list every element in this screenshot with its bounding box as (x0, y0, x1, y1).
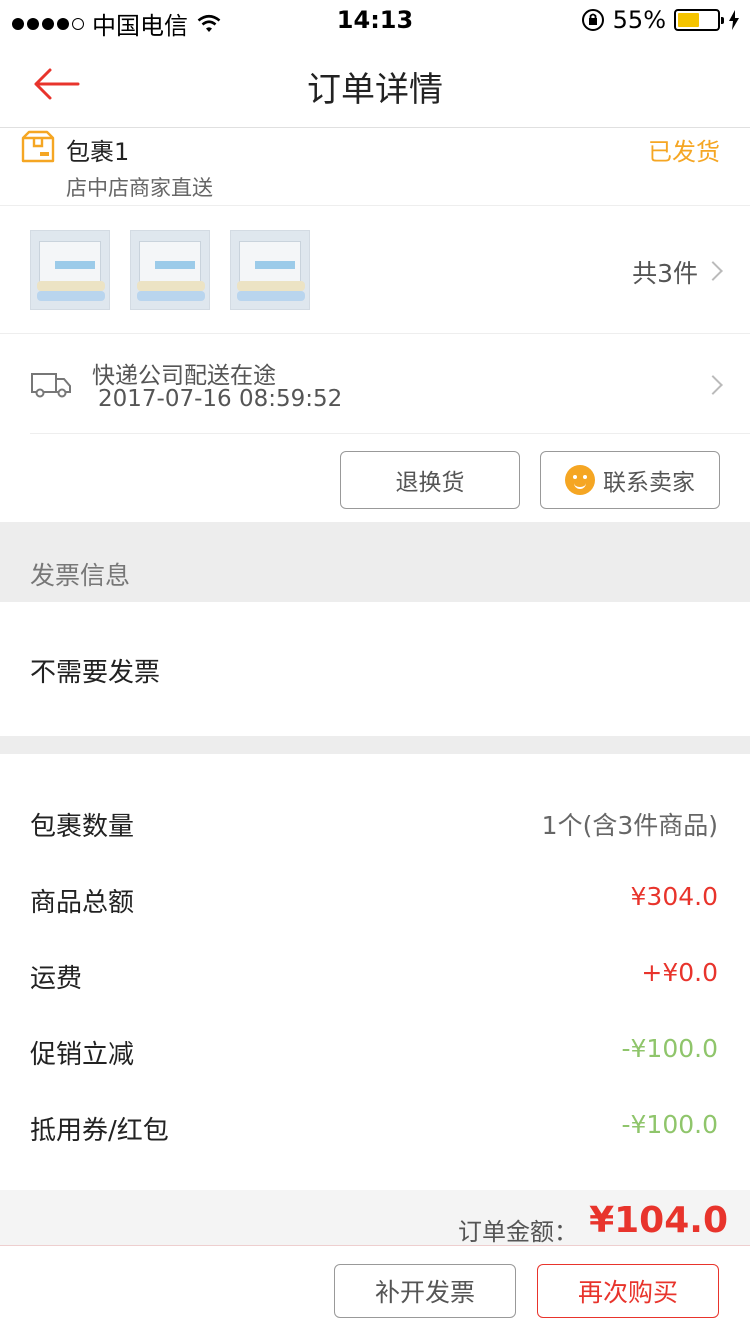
order-summary: 包裹数量 1个(含3件商品) 商品总额 ¥304.0 运费 +¥0.0 促销立减… (0, 754, 750, 1190)
summary-label: 包裹数量 (30, 812, 135, 842)
return-exchange-label: 退换货 (395, 470, 465, 496)
chevron-right-icon (703, 261, 723, 281)
rotation-lock-icon (581, 9, 604, 31)
package-shipping-type: 店中店商家直送 (66, 176, 213, 200)
summary-row: 商品总额 ¥304.0 (0, 868, 750, 928)
customer-service-icon (565, 465, 595, 495)
summary-value: -¥100.0 (621, 1110, 719, 1139)
nav-bar: 订单详情 (0, 40, 750, 128)
summary-label: 运费 (30, 964, 83, 994)
product-thumbnail (230, 230, 310, 310)
package-actions: 退换货 联系卖家 (0, 434, 750, 522)
battery-icon (674, 9, 724, 31)
shipping-status-badge: 已发货 (648, 138, 720, 166)
summary-value: -¥100.0 (621, 1034, 719, 1063)
buy-again-label: 再次购买 (577, 1278, 678, 1307)
contact-seller-button[interactable]: 联系卖家 (540, 451, 720, 509)
status-bar: 中国电信 14:13 55% (0, 0, 750, 40)
summary-label: 抵用券/红包 (30, 1116, 169, 1146)
summary-value: ¥304.0 (630, 882, 718, 911)
package-box-icon (21, 130, 55, 163)
logistics-status: 快递公司配送在途 (92, 363, 276, 389)
bottom-action-bar: 补开发票 再次购买 (0, 1246, 750, 1334)
summary-row: 抵用券/红包 -¥100.0 (0, 1096, 750, 1156)
package-name: 包裹1 (66, 138, 130, 166)
summary-value: +¥0.0 (641, 958, 718, 987)
invoice-section-title: 发票信息 (30, 561, 131, 590)
logistics-timestamp: 2017-07-16 08:59:52 (98, 386, 343, 412)
return-exchange-button[interactable]: 退换货 (340, 451, 520, 509)
invoice-section-header: 发票信息 (0, 522, 750, 602)
invoice-value: 不需要发票 (30, 658, 161, 688)
charging-bolt-icon (729, 10, 739, 30)
item-count: 共3件 (632, 259, 698, 288)
summary-label: 促销立减 (30, 1040, 135, 1070)
product-thumbnail (130, 230, 210, 310)
product-thumbnails-row[interactable]: 共3件 (0, 206, 750, 334)
order-total-label: 订单金额： (458, 1218, 578, 1246)
summary-row: 运费 +¥0.0 (0, 944, 750, 1004)
summary-row: 促销立减 -¥100.0 (0, 1020, 750, 1080)
summary-value: 1个(含3件商品) (541, 811, 718, 840)
package-header: 包裹1 店中店商家直送 已发货 (0, 128, 750, 206)
chevron-right-icon (703, 375, 723, 395)
status-right: 55% (581, 6, 740, 34)
logistics-row[interactable]: 快递公司配送在途 2017-07-16 08:59:52 (0, 334, 750, 434)
reissue-invoice-button[interactable]: 补开发票 (334, 1264, 516, 1318)
reissue-invoice-label: 补开发票 (374, 1278, 475, 1307)
summary-label: 商品总额 (30, 888, 135, 918)
page-title: 订单详情 (307, 70, 443, 110)
contact-seller-label: 联系卖家 (603, 470, 695, 496)
section-divider (0, 736, 750, 754)
invoice-info: 不需要发票 (0, 602, 750, 736)
order-total-amount: ¥104.0 (589, 1200, 728, 1241)
buy-again-button[interactable]: 再次购买 (537, 1264, 719, 1318)
order-total-bar: 订单金额： ¥104.0 (0, 1190, 750, 1246)
product-thumbnail (30, 230, 110, 310)
delivery-truck-icon (31, 373, 71, 398)
summary-row: 包裹数量 1个(含3件商品) (0, 792, 750, 852)
battery-percent: 55% (612, 6, 666, 34)
